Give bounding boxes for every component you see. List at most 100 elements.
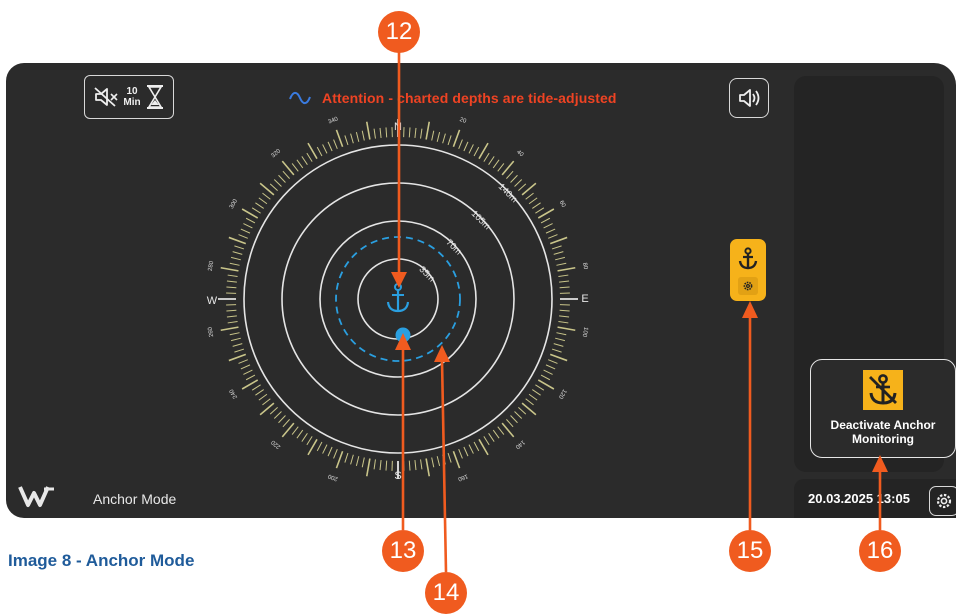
callout-12: 12 (378, 11, 420, 53)
compass-tick (301, 156, 308, 165)
compass-tick (230, 256, 241, 261)
compass-tick (555, 337, 566, 342)
compass-tick (506, 170, 514, 179)
compass-tick (291, 426, 299, 435)
compass-tick (365, 458, 371, 477)
compass-tick (301, 433, 308, 442)
compass-tick (258, 197, 268, 205)
compass-tick (452, 129, 461, 148)
compass-tick (559, 315, 570, 318)
compass-tick (483, 436, 490, 446)
compass-tick (528, 197, 538, 205)
compass-tick (282, 170, 290, 179)
compass-tick (447, 452, 452, 463)
compass-tick (240, 228, 251, 234)
compass-tick (333, 449, 338, 459)
compass-tick (414, 460, 417, 471)
compass-tick (234, 348, 245, 353)
compass-tick (322, 444, 328, 454)
compass-tick (518, 183, 527, 191)
compass-tick (557, 266, 576, 272)
compass-tick (549, 353, 568, 362)
compass-tick (458, 449, 463, 459)
compass-tick (291, 163, 299, 172)
compass-tick (355, 131, 360, 142)
device-screen: 10 Min Attention - charted depths are ti… (6, 63, 956, 518)
compass-tick (414, 127, 417, 138)
compass-tick (463, 141, 469, 152)
compass-tick (227, 321, 238, 324)
compass-tick (344, 135, 349, 146)
compass-tick (532, 202, 541, 209)
compass-tick (327, 141, 333, 152)
compass-tick (408, 127, 411, 138)
compass-tick (243, 369, 253, 375)
compass-tick (238, 359, 248, 364)
compass-tick (262, 398, 271, 406)
compass-tick (555, 256, 566, 261)
compass-tick (425, 121, 431, 140)
degree-label: 300 (229, 198, 240, 210)
compass-tick (226, 286, 237, 289)
compass-tick (306, 436, 313, 446)
compass-tick (251, 384, 261, 391)
compass-tick (514, 179, 523, 187)
compass-tick (535, 384, 545, 391)
compass-tick (373, 459, 376, 470)
compass-tick (226, 309, 237, 312)
compass-tick (488, 433, 495, 442)
compass-tick (420, 128, 423, 139)
compass-tick (385, 127, 388, 138)
compass-tick (559, 309, 570, 312)
compass-tick (436, 131, 441, 142)
compass-tick (497, 163, 505, 172)
anchor-compass: 20 40 60 80 100 120 140 160 200 220 240 260 280 300 32… (207, 116, 589, 482)
compass-tick (243, 223, 253, 229)
compass-tick (492, 429, 500, 439)
compass-tick (344, 452, 349, 463)
compass-tick (559, 280, 570, 283)
degree-label: 80 (581, 262, 588, 270)
compass-tick (525, 398, 534, 406)
degree-label: 60 (558, 200, 567, 209)
compass-tick (408, 460, 411, 471)
compass-tick (255, 202, 264, 209)
compass-tick (229, 332, 240, 336)
compass-tick (549, 236, 568, 245)
compass-tick (535, 207, 545, 214)
range-labels: 35m 70m 105m 140m (417, 181, 519, 283)
compass-tick (245, 217, 256, 224)
compass-tick (232, 251, 243, 255)
compass-tick (282, 419, 290, 428)
compass-tick (278, 415, 286, 424)
degree-label: 40 (515, 149, 524, 158)
compass-tick (425, 458, 431, 477)
compass-tick (273, 179, 282, 187)
compass-tick (232, 343, 243, 347)
compass-tick (327, 446, 333, 457)
compass-tick (447, 135, 452, 146)
compass-tick (365, 121, 371, 140)
compass-tick (228, 353, 247, 362)
compass-tick (545, 228, 556, 234)
compass-tick (379, 460, 382, 471)
callout-16: 16 (859, 530, 901, 572)
compass-tick (442, 454, 446, 465)
compass-tick (436, 456, 441, 467)
compass-tick (558, 274, 569, 277)
compass-tick (551, 245, 562, 250)
compass-tick (514, 411, 523, 419)
compass-tick (240, 364, 251, 370)
compass-tick (228, 236, 247, 245)
compass-tick (379, 127, 382, 138)
compass-tick (245, 374, 256, 381)
compass-tick (488, 156, 495, 165)
compass-tick (548, 234, 558, 239)
compass-tick (452, 450, 461, 469)
compass-tick (551, 348, 562, 353)
compass-tick (532, 389, 541, 396)
anchor-position-marker (386, 283, 410, 313)
compass-tick (557, 326, 576, 332)
compass-tick (229, 262, 240, 266)
compass-tick (220, 326, 239, 332)
